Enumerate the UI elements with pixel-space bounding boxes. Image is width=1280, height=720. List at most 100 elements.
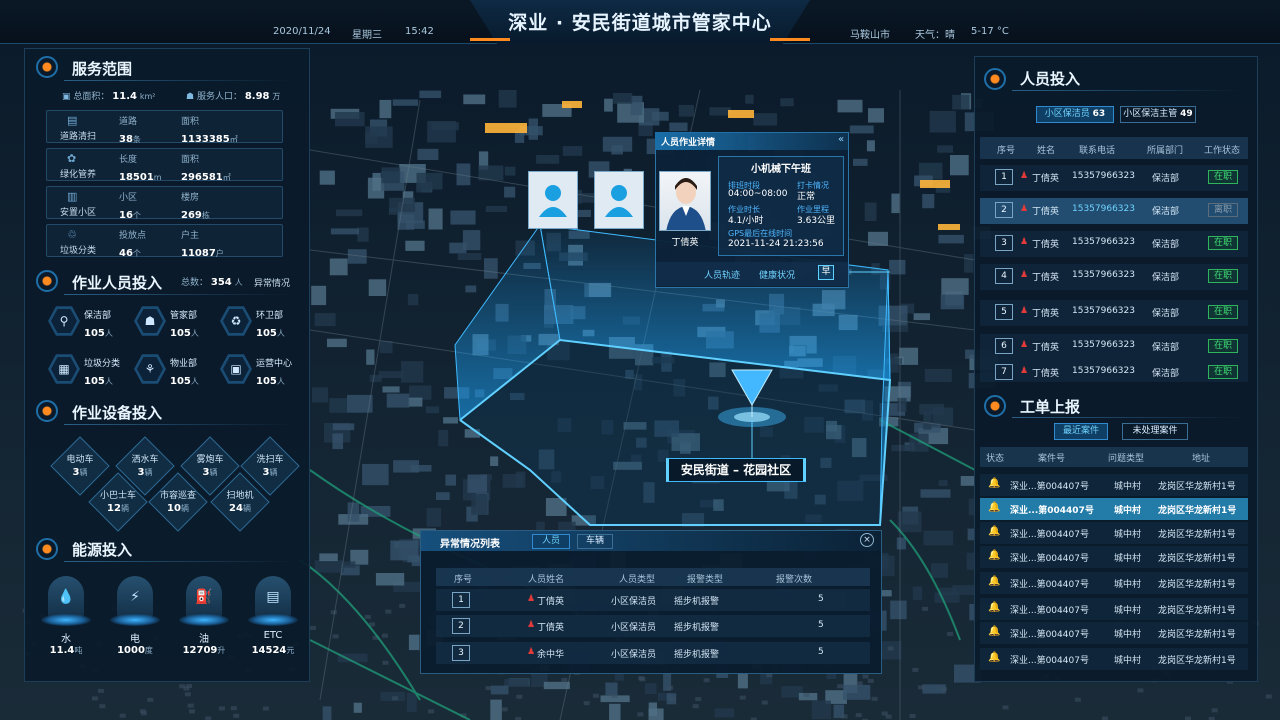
building	[692, 704, 699, 709]
building	[336, 209, 363, 217]
phone-number: 15357966323	[1072, 366, 1135, 376]
unit: 吨	[74, 646, 83, 655]
staff-total-unit: 人	[234, 278, 243, 287]
service-row-name: 垃圾分类	[59, 246, 96, 256]
building	[918, 685, 924, 690]
unit: 人	[276, 329, 285, 338]
building	[139, 709, 146, 714]
building	[811, 700, 831, 720]
building	[467, 474, 487, 493]
phone-number: 15357966323	[1072, 340, 1135, 350]
building	[498, 90, 517, 108]
unit: 人	[104, 377, 113, 386]
building	[1137, 688, 1144, 693]
broom-icon: ▤	[67, 114, 78, 127]
address: 龙岗区华龙新村1号	[1158, 656, 1236, 666]
status-badge: 离职	[1208, 203, 1238, 217]
unit: 度	[144, 646, 153, 655]
column-header: 所属部门	[1147, 146, 1184, 156]
building	[516, 694, 523, 699]
tab-community-supervisor[interactable]: 小区保洁主管 49	[1120, 106, 1196, 123]
cleaner-icon: ⚲	[51, 309, 77, 333]
building	[405, 240, 425, 251]
building	[504, 166, 516, 176]
building	[147, 697, 154, 702]
health-button[interactable]: 健康状况	[759, 268, 795, 281]
unit: 辆	[269, 468, 278, 477]
building	[438, 430, 449, 447]
shift-badge[interactable]: 早	[818, 265, 834, 280]
staff-item-name: 物业部	[170, 359, 198, 369]
building	[330, 228, 359, 235]
building	[431, 122, 459, 131]
building	[233, 713, 240, 718]
building	[205, 716, 212, 720]
tab-recent-cases[interactable]: 最近案件	[1054, 423, 1108, 440]
people-icon: ☗	[186, 92, 195, 102]
building	[868, 108, 884, 123]
service-value-2: 11087户	[181, 241, 224, 260]
service-label-1: 道路	[119, 117, 138, 127]
abnormal-link[interactable]: 异常情况	[254, 276, 290, 289]
sorting-icon: ▦	[51, 357, 77, 381]
building	[314, 313, 336, 327]
building	[897, 511, 922, 533]
building	[419, 90, 442, 98]
location-label[interactable]: 安民街道 – 花园社区	[666, 458, 806, 482]
building	[457, 253, 482, 260]
building	[463, 94, 486, 105]
building	[379, 341, 393, 354]
service-row: ♲ 垃圾分类 投放点 46个 户主 11087户	[46, 224, 283, 260]
bell-icon: 🔔	[988, 652, 1001, 663]
track-button[interactable]: 人员轨迹	[704, 268, 740, 281]
service-value-1: 18501m	[119, 165, 162, 184]
oil-icon[interactable]: ⛽	[186, 576, 222, 618]
water-icon[interactable]: 💧	[48, 576, 84, 618]
bell-icon: 🔔	[988, 478, 1001, 489]
value: 105	[256, 328, 277, 339]
area-stat: ▣ 总面积： 11.4 km²	[62, 89, 155, 102]
staff-item-name: 保洁部	[84, 311, 112, 321]
case-number: 深业...第004407号	[1010, 580, 1089, 590]
person-icon: ♟	[527, 620, 536, 630]
user-icon	[539, 185, 567, 217]
value: 11.4	[49, 645, 75, 656]
service-label-2: 面积	[181, 155, 200, 165]
tab-vehicle[interactable]: 车辆	[577, 534, 613, 549]
electric-icon[interactable]: ⚡	[117, 576, 153, 618]
value: 11087	[181, 248, 216, 259]
energy-name: 油	[199, 634, 209, 645]
building	[669, 122, 688, 132]
avatar-card-2[interactable]	[594, 171, 644, 229]
department: 保洁部	[1152, 369, 1180, 379]
value: 46	[119, 248, 133, 259]
building	[964, 254, 974, 273]
avatar-card-1[interactable]	[528, 171, 578, 229]
building	[393, 460, 420, 473]
status-badge: 在职	[1208, 170, 1238, 184]
building	[611, 694, 618, 698]
building	[667, 685, 673, 690]
tab-person[interactable]: 人员	[532, 534, 570, 549]
service-value-2: 296581㎡	[181, 165, 231, 184]
energy-value: 14524元	[243, 645, 303, 656]
value: 105	[256, 376, 277, 387]
gps-label: GPS最后在线时间	[728, 229, 793, 238]
column-header: 状态	[986, 454, 1005, 464]
header-date: 2020/11/24	[273, 26, 331, 37]
person-icon: ♟	[1020, 204, 1029, 214]
building	[186, 684, 193, 688]
tab-unprocessed-cases[interactable]: 未处理案件	[1122, 423, 1188, 440]
value: 16	[119, 210, 133, 221]
building	[335, 112, 365, 127]
bell-icon: 🔔	[988, 502, 1001, 513]
etc-icon[interactable]: ▤	[255, 576, 291, 618]
abnormal-title: 异常情况列表	[440, 539, 500, 550]
row-number: 2	[995, 202, 1013, 218]
value: 105	[170, 328, 191, 339]
person-type: 小区保洁员	[611, 623, 657, 633]
tab-community-cleaner[interactable]: 小区保洁员 63	[1036, 106, 1114, 123]
close-icon[interactable]: ×	[860, 533, 874, 547]
collapse-icon[interactable]: «	[838, 134, 844, 145]
duration-value: 4.1/小时	[728, 216, 764, 226]
